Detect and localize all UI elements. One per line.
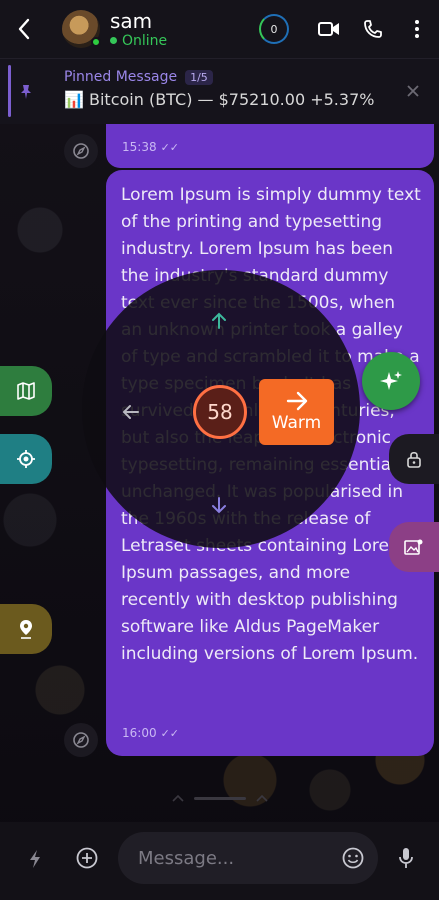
avatar[interactable] [62,10,101,48]
chevron-up-icon [172,794,184,802]
sparkle-icon [380,371,402,390]
contact-name: sam [110,8,153,33]
video-call-button[interactable] [307,0,351,58]
ai-sparkle-button[interactable] [362,352,420,410]
lock-button[interactable] [389,434,439,484]
chat-header: sam Online 0 [0,0,439,58]
emoji-button[interactable] [338,843,368,873]
locate-button[interactable] [0,434,52,484]
voice-message-button[interactable] [391,843,421,873]
message-bubble[interactable]: 15:38 ✓✓ [106,124,434,168]
video-camera-icon [318,22,339,36]
back-button[interactable] [0,0,48,58]
message-time: 15:38 ✓✓ [122,140,180,154]
location-pin-button[interactable] [0,604,52,654]
more-vertical-icon [415,20,419,38]
image-person-icon [404,539,423,555]
image-edit-button[interactable] [389,522,439,572]
share-button[interactable] [64,723,98,757]
left-arrow-button[interactable] [116,397,146,427]
message-input[interactable] [138,847,328,869]
map-icon [17,382,35,400]
pinned-message-text: 📊 Bitcoin (BTC) — $75210.00 +5.37% [64,90,375,109]
contact-status: Online [110,33,259,49]
microphone-icon [399,848,413,868]
plus-circle-icon [76,847,98,869]
crosshair-icon [17,450,35,468]
counter-badge[interactable]: 0 [259,14,289,44]
lightning-icon [30,850,40,868]
map-button[interactable] [0,366,52,416]
pinned-indicator-bar [8,65,11,117]
emoji-icon [342,847,364,869]
attach-button[interactable] [72,843,102,873]
voice-call-button[interactable] [351,0,395,58]
value-badge[interactable]: 58 [193,385,247,439]
status-text: Online [122,32,168,49]
chevron-left-icon [18,18,30,40]
arrow-right-icon [286,391,307,411]
more-options-button[interactable] [395,0,439,58]
arrow-down-icon [212,497,226,514]
message-input-bar [0,822,439,900]
pinned-count-badge: 1/5 [185,69,213,85]
pin-icon [21,85,31,99]
message-time: 16:00 ✓✓ [122,726,180,740]
bolt-button[interactable] [20,844,50,874]
warm-action-label: Warm [271,413,322,433]
scroll-handle[interactable] [172,790,268,806]
close-icon[interactable] [407,85,419,97]
online-indicator [91,37,101,47]
lock-icon [407,451,421,468]
chat-title-block[interactable]: sam Online [110,10,259,49]
arrow-up-icon [212,312,226,329]
location-pin-icon [20,620,32,639]
arrow-left-icon [122,405,139,419]
share-button[interactable] [64,134,98,168]
status-dot-icon [110,37,117,44]
read-check-icon: ✓✓ [160,141,180,154]
up-arrow-button[interactable] [204,306,234,336]
warm-action-button[interactable]: Warm [259,379,334,445]
chevron-up-icon [256,794,268,802]
phone-icon [364,20,382,38]
compass-icon [73,732,89,748]
pinned-message-bar[interactable]: Pinned Message 1/5 📊 Bitcoin (BTC) — $75… [0,58,439,124]
scroll-handle-bar [194,796,246,800]
pinned-label-row: Pinned Message 1/5 [64,69,374,85]
compass-icon [73,143,89,159]
read-check-icon: ✓✓ [160,727,180,740]
down-arrow-button[interactable] [204,490,234,520]
pinned-label: Pinned Message [64,69,178,85]
